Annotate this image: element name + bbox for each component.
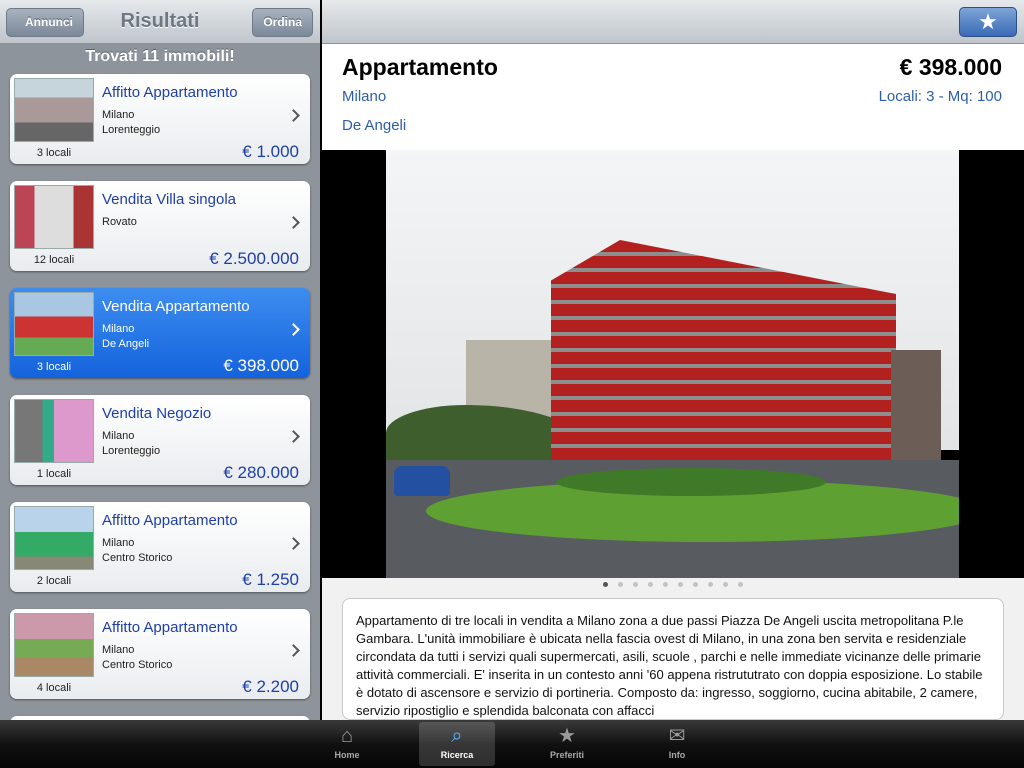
chevron-right-icon [287,430,300,443]
listing-rooms: 4 locali [36,682,72,694]
listing-rooms: 2 locali [36,575,72,587]
chevron-right-icon [287,323,300,336]
listing-city: Milano [102,644,135,656]
listing-title: Affitto Appartamento [102,84,238,101]
list-item[interactable]: Affitto Appartamento Milano Centro Stori… [10,502,310,592]
star-icon: ★ [558,725,576,747]
listing-title: Vendita Appartamento [102,298,250,315]
listing-city: Milano [102,109,135,121]
chevron-right-icon [287,109,300,122]
tab-label: Info [668,750,686,760]
property-city: Milano [342,88,387,105]
property-photo[interactable] [386,150,959,578]
listing-city: Milano [102,537,135,549]
listing-rooms: 12 locali [33,254,75,266]
tab-label: Home [334,750,360,760]
tab-label: Ricerca [440,750,474,760]
tab-label: Preferiti [549,750,584,760]
page-indicator[interactable] [322,578,1024,592]
detail-navbar: ★ [322,0,1024,44]
listing-title: Affitto Appartamento [102,512,238,529]
list-item[interactable]: Vendita Villa singola Rovato 12 locali €… [10,181,310,271]
listing-zone: Lorenteggio [102,445,161,457]
listing-title: Vendita Villa singola [102,191,236,208]
list-item-selected[interactable]: Vendita Appartamento Milano De Angeli 3 … [10,288,310,378]
listing-title: Affitto Appartamento [102,619,238,636]
listing-rooms: 3 locali [36,147,72,159]
favorite-button[interactable]: ★ [959,7,1017,37]
photo-gallery[interactable] [322,150,1024,578]
property-thumbnail [14,399,94,463]
description-box[interactable]: Appartamento di tre locali in vendita a … [342,598,1004,720]
detail-header: Appartamento € 398.000 Milano Locali: 3 … [322,44,1024,150]
page-dot[interactable] [603,582,608,587]
property-title: Appartamento [342,54,498,80]
search-icon: ⌕ [451,725,463,747]
list-item[interactable]: Affitto Appartamento Milano Centro Stori… [10,609,310,699]
list-item[interactable]: Vendita Negozio Milano Lorenteggio 1 loc… [10,395,310,485]
page-dot[interactable] [633,582,638,587]
tab-bar: ⌂ Home ⌕ Ricerca ★ Preferiti ✉ Info [0,720,1024,768]
page-dot[interactable] [723,582,728,587]
envelope-icon: ✉ [668,725,686,747]
chevron-right-icon [287,216,300,229]
listing-zone: Lorenteggio [102,124,161,136]
chevron-right-icon [287,537,300,550]
listing-price: € 2.500.000 [209,249,299,268]
property-zone: De Angeli [342,117,407,134]
listing-price: € 280.000 [223,463,299,482]
property-thumbnail [14,185,94,249]
detail-panel: ★ Appartamento € 398.000 Milano Locali: … [322,0,1024,720]
tab-info[interactable]: ✉ Info [639,722,715,766]
results-navbar: Annunci Risultati Ordina [0,0,320,44]
listing-rooms: 1 locali [36,468,72,480]
star-icon: ★ [978,9,998,34]
listing-city: Rovato [102,216,137,228]
page-dot[interactable] [693,582,698,587]
tab-search[interactable]: ⌕ Ricerca [419,722,495,766]
sort-button[interactable]: Ordina [252,8,313,37]
listing-price: € 2.200 [242,677,299,696]
chevron-right-icon [287,644,300,657]
property-thumbnail [14,613,94,677]
page-dot[interactable] [678,582,683,587]
property-description: Appartamento di tre locali in vendita a … [356,613,983,718]
listing-price: € 1.000 [242,142,299,161]
listing-zone: Centro Storico [102,552,173,564]
listing-title: Vendita Negozio [102,405,212,422]
page-dot[interactable] [648,582,653,587]
property-price: € 398.000 [899,54,1002,80]
results-panel: Annunci Risultati Ordina Trovati 11 immo… [0,0,320,720]
property-thumbnail [14,292,94,356]
listing-zone: De Angeli [102,338,150,350]
list-item[interactable]: Affitto Appartamento Milano Lorenteggio … [10,74,310,164]
results-count: Trovati 11 immobili! [85,48,235,65]
page-dot[interactable] [738,582,743,587]
property-stats: Locali: 3 - Mq: 100 [878,88,1002,105]
listing-city: Milano [102,430,135,442]
listing-zone: Centro Storico [102,659,173,671]
tab-favorites[interactable]: ★ Preferiti [529,722,605,766]
property-thumbnail [14,506,94,570]
tab-home[interactable]: ⌂ Home [309,722,385,766]
listing-city: Milano [102,323,135,335]
listing-price: € 398.000 [223,356,299,375]
listing-price: € 1.250 [242,570,299,589]
page-dot[interactable] [663,582,668,587]
property-thumbnail [14,78,94,142]
page-dot[interactable] [708,582,713,587]
home-icon: ⌂ [340,725,354,747]
listing-rooms: 3 locali [36,361,72,373]
page-dot[interactable] [618,582,623,587]
